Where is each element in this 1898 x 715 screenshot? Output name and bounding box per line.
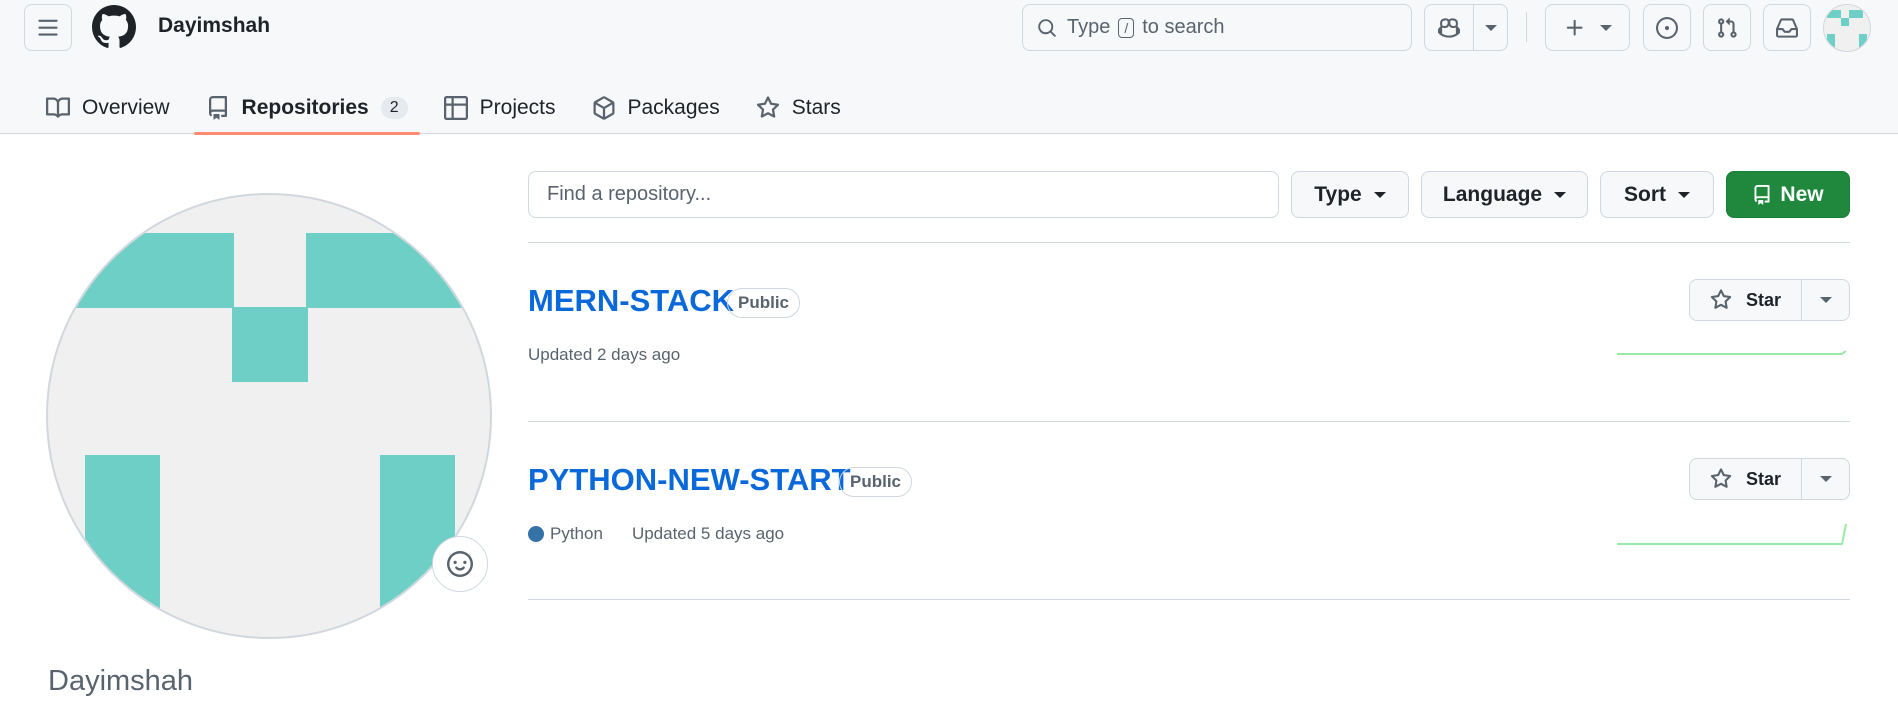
repo-meta: Python Updated 5 days ago	[528, 524, 784, 544]
language-filter-label: Language	[1442, 182, 1543, 206]
star-button-group: Star	[1689, 279, 1850, 321]
github-logo[interactable]	[91, 5, 136, 54]
tab-packages-label: Packages	[627, 96, 720, 119]
list-divider	[528, 421, 1850, 422]
tab-projects-label: Projects	[479, 96, 556, 119]
menu-button[interactable]	[24, 4, 72, 51]
repo-icon	[206, 96, 230, 120]
star-button-group: Star	[1689, 458, 1850, 500]
github-mark-icon	[91, 5, 136, 48]
tab-repositories[interactable]: Repositories 2	[193, 82, 420, 135]
star-lists-dropdown[interactable]	[1802, 280, 1849, 320]
repo-updated: Updated 5 days ago	[631, 524, 785, 543]
set-status-button[interactable]	[432, 536, 488, 592]
inbox-icon	[1776, 17, 1798, 39]
chevron-down-icon	[1678, 191, 1690, 198]
star-icon	[1710, 468, 1732, 490]
copilot-icon	[1438, 17, 1460, 39]
star-button[interactable]: Star	[1690, 459, 1802, 499]
star-button[interactable]: Star	[1690, 280, 1802, 320]
copilot-dropdown-button[interactable]	[1473, 4, 1508, 51]
issue-opened-icon	[1656, 16, 1678, 39]
sort-filter-label: Sort	[1624, 182, 1666, 206]
search-input[interactable]: Type / to search	[1022, 4, 1412, 51]
repo-icon	[1752, 184, 1772, 205]
type-filter-label: Type	[1314, 182, 1362, 206]
chevron-down-icon	[1484, 24, 1497, 31]
star-lists-dropdown[interactable]	[1802, 459, 1849, 499]
table-icon	[443, 96, 468, 120]
inbox-button[interactable]	[1763, 4, 1811, 51]
new-repository-button[interactable]: New	[1726, 171, 1850, 218]
issues-button[interactable]	[1643, 4, 1691, 51]
header-divider	[1526, 12, 1527, 42]
tab-overview[interactable]: Overview	[34, 82, 182, 134]
list-divider	[528, 599, 1850, 600]
user-avatar[interactable]	[1823, 4, 1871, 52]
copilot-button[interactable]	[1424, 4, 1474, 51]
smiley-icon	[447, 551, 473, 577]
header-username[interactable]: Dayimshah	[158, 14, 270, 38]
search-suffix: to search	[1142, 16, 1225, 38]
visibility-badge: Public	[839, 467, 913, 497]
activity-sparkline	[1617, 523, 1847, 545]
repo-meta: Updated 2 days ago	[528, 345, 680, 365]
chevron-down-icon	[1599, 24, 1612, 31]
tab-repositories-label: Repositories	[241, 96, 369, 119]
repo-name-link[interactable]: MERN-STACK	[528, 283, 734, 319]
star-label: Star	[1745, 468, 1781, 489]
visibility-badge: Public	[727, 288, 801, 318]
repo-updated: Updated 2 days ago	[528, 345, 681, 364]
chevron-down-icon	[1819, 476, 1832, 482]
sort-filter-button[interactable]: Sort	[1600, 171, 1714, 218]
git-pull-request-icon	[1716, 17, 1738, 39]
profile-tabs: Overview Repositories 2 Projects Package…	[34, 82, 865, 135]
tab-overview-label: Overview	[82, 96, 170, 119]
star-icon	[1710, 289, 1732, 311]
book-icon	[46, 96, 70, 120]
search-shortcut-key: /	[1118, 17, 1135, 38]
package-icon	[592, 96, 616, 120]
star-icon	[756, 96, 780, 120]
repo-name-link[interactable]: PYTHON-NEW-START	[528, 462, 851, 498]
list-divider	[528, 242, 1850, 243]
new-repository-label: New	[1780, 182, 1824, 206]
chevron-down-icon	[1373, 191, 1386, 198]
tab-stars[interactable]: Stars	[744, 82, 853, 134]
repo-language: Python	[550, 524, 603, 543]
plus-icon	[1564, 17, 1586, 39]
tab-projects[interactable]: Projects	[432, 82, 568, 134]
header-bar: Dayimshah Type / to search Overview Repo…	[0, 0, 1898, 135]
create-new-button[interactable]	[1545, 4, 1630, 51]
star-label: Star	[1745, 289, 1781, 310]
tab-packages[interactable]: Packages	[580, 82, 732, 134]
language-color-dot	[528, 526, 544, 542]
profile-name: Dayimshah	[48, 665, 194, 697]
hamburger-icon	[37, 17, 59, 39]
repositories-count-badge: 2	[380, 97, 408, 119]
tab-stars-label: Stars	[791, 96, 841, 119]
profile-avatar[interactable]	[46, 193, 492, 639]
search-icon	[1037, 18, 1057, 38]
search-prefix: Type	[1067, 16, 1111, 38]
activity-sparkline	[1617, 350, 1847, 355]
language-filter-button[interactable]: Language	[1421, 171, 1588, 218]
chevron-down-icon	[1554, 191, 1567, 198]
pull-requests-button[interactable]	[1703, 4, 1751, 51]
find-repository-input[interactable]	[528, 171, 1279, 218]
type-filter-button[interactable]: Type	[1291, 171, 1409, 218]
chevron-down-icon	[1819, 297, 1832, 303]
